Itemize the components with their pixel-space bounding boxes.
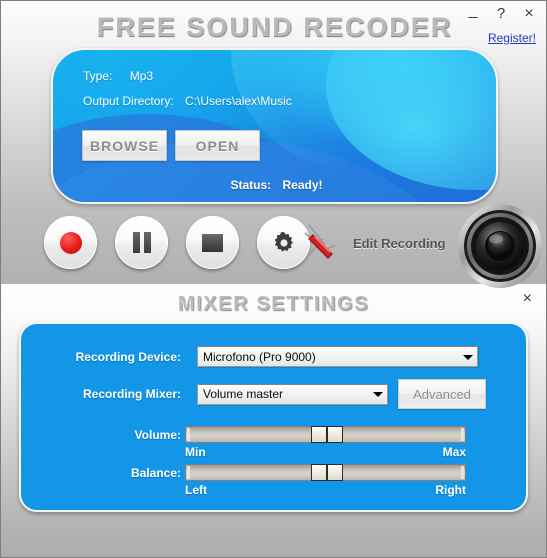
volume-slider-thumb[interactable] bbox=[311, 426, 343, 443]
balance-right-label: Right bbox=[435, 483, 466, 497]
status-row: Status: Ready! bbox=[53, 178, 496, 192]
balance-slider[interactable] bbox=[185, 464, 466, 481]
recording-mixer-label: Recording Mixer: bbox=[82, 387, 181, 401]
balance-range-labels: Left Right bbox=[185, 483, 466, 497]
swiss-knife-icon bbox=[304, 224, 336, 259]
recording-mixer-select[interactable]: Volume master bbox=[197, 383, 388, 405]
volume-min-label: Min bbox=[185, 445, 206, 459]
balance-label: Balance: bbox=[130, 466, 181, 480]
balance-slider-thumb[interactable] bbox=[311, 464, 343, 481]
application-window: _ ? × Register! FREE SOUND RECODER Type:… bbox=[0, 0, 547, 558]
mixer-settings-section: MIXER SETTINGS × Recording Device: Micro… bbox=[1, 284, 546, 557]
volume-range-labels: Min Max bbox=[185, 445, 466, 459]
gear-icon bbox=[274, 231, 293, 252]
pause-icon bbox=[132, 232, 151, 253]
volume-slider[interactable] bbox=[185, 426, 466, 443]
app-title: FREE SOUND RECODER bbox=[96, 12, 453, 42]
advanced-button[interactable]: Advanced bbox=[398, 379, 486, 409]
output-type-row: Type: Mp3 bbox=[83, 69, 153, 83]
output-type-label: Type: bbox=[83, 69, 113, 83]
volume-label: Volume: bbox=[134, 428, 181, 442]
transport-controls bbox=[44, 216, 310, 269]
chevron-down-icon bbox=[463, 354, 473, 360]
edit-recording-button[interactable]: Edit Recording bbox=[297, 219, 445, 267]
record-button[interactable] bbox=[44, 216, 97, 269]
recording-device-label: Recording Device: bbox=[75, 349, 181, 364]
chevron-down-icon bbox=[373, 392, 383, 397]
pause-button[interactable] bbox=[115, 216, 168, 269]
recording-mixer-row: Recording Mixer: Volume master Advanced bbox=[21, 379, 530, 409]
stop-icon bbox=[202, 233, 223, 252]
output-directory-label: Output Directory: bbox=[83, 94, 174, 108]
output-directory-row: Output Directory: C:\Users\alex\Music bbox=[83, 94, 292, 108]
recording-mixer-value: Volume master bbox=[203, 387, 284, 401]
output-directory-value: C:\Users\alex\Music bbox=[185, 94, 292, 108]
browse-button[interactable]: BROWSE bbox=[82, 130, 167, 161]
balance-track-end bbox=[461, 466, 464, 479]
recording-device-row: Recording Device: Microfono (Pro 9000) bbox=[21, 346, 530, 367]
output-type-value: Mp3 bbox=[129, 69, 154, 83]
volume-track-start bbox=[187, 428, 190, 441]
open-button[interactable]: OPEN bbox=[175, 130, 260, 161]
speaker-icon bbox=[458, 204, 542, 288]
status-label: Status: bbox=[230, 178, 272, 192]
status-value: Ready! bbox=[282, 178, 323, 192]
record-icon bbox=[59, 231, 82, 254]
stop-button[interactable] bbox=[186, 216, 239, 269]
volume-max-label: Max bbox=[442, 445, 466, 459]
balance-left-label: Left bbox=[185, 483, 207, 497]
output-panel: Type: Mp3 Output Directory: C:\Users\ale… bbox=[51, 48, 498, 204]
recording-device-select[interactable]: Microfono (Pro 9000) bbox=[197, 346, 478, 367]
mixer-panel: Recording Device: Microfono (Pro 9000) R… bbox=[19, 322, 528, 512]
mixer-close-icon[interactable]: × bbox=[523, 291, 532, 307]
edit-recording-label: Edit Recording bbox=[353, 235, 446, 251]
balance-track-start bbox=[187, 466, 190, 479]
volume-track-end bbox=[461, 428, 464, 441]
recording-device-value: Microfono (Pro 9000) bbox=[203, 349, 316, 364]
mixer-settings-title: MIXER SETTINGS bbox=[177, 293, 370, 315]
